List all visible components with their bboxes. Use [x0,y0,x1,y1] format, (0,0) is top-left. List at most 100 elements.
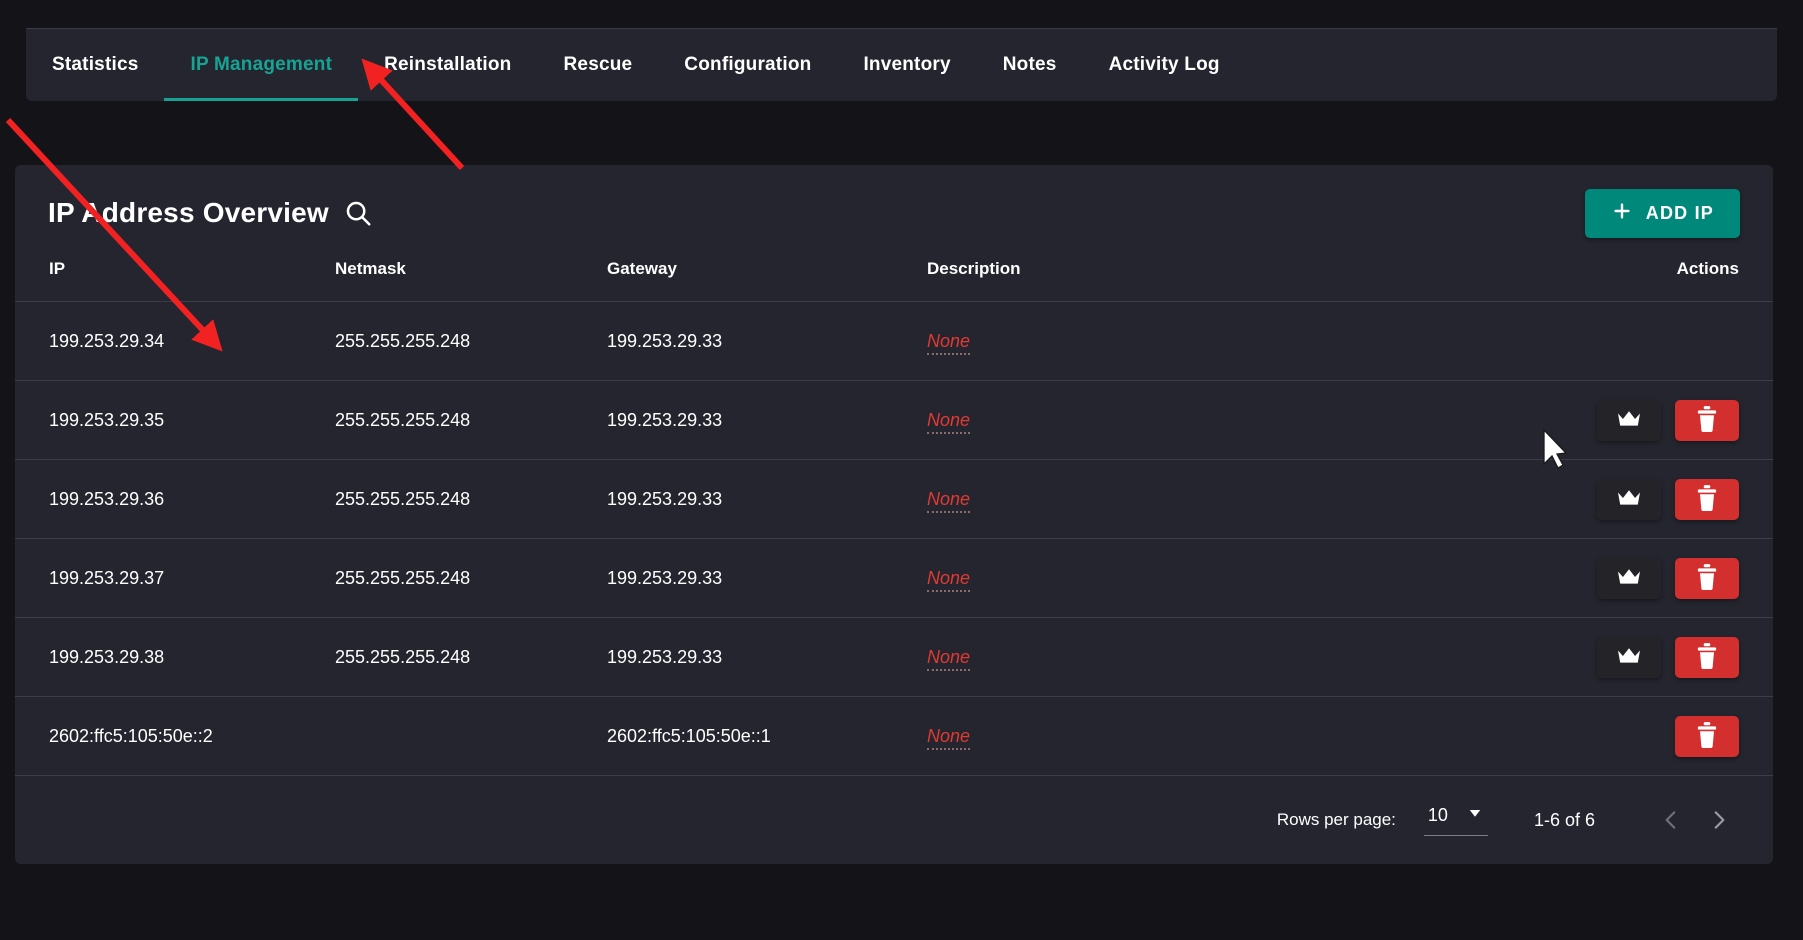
title-group: IP Address Overview [48,197,373,229]
add-ip-button[interactable]: ADD IP [1584,188,1740,238]
tab-inventory[interactable]: Inventory [837,29,976,101]
row-actions [1597,399,1739,441]
crown-icon [1615,487,1643,512]
cell-description: None [927,459,1427,539]
table-row: 199.253.29.37 255.255.255.248 199.253.29.3… [15,538,1773,618]
cell-netmask [335,696,607,776]
column-header-netmask: Netmask [335,245,607,302]
trash-icon [1694,484,1720,515]
row-actions [1597,478,1739,520]
cell-gateway: 199.253.29.33 [607,380,927,460]
cell-description: None [927,301,1427,381]
cell-gateway: 199.253.29.33 [607,617,927,697]
description-value[interactable]: None [927,567,971,592]
description-value[interactable]: None [927,488,971,513]
add-ip-label: ADD IP [1645,202,1714,223]
trash-icon [1694,405,1720,436]
description-value[interactable]: None [927,409,971,434]
tab-activity-log[interactable]: Activity Log [1083,29,1246,101]
previous-page-button[interactable] [1647,796,1695,844]
row-actions [1597,557,1739,599]
cell-description: None [927,617,1427,697]
rows-per-page-select[interactable]: 10 [1423,804,1488,836]
column-header-ip: IP [15,245,335,302]
cell-ip: 199.253.29.38 [15,617,335,697]
search-icon[interactable] [343,198,373,228]
table-row: 199.253.29.34 255.255.255.248 199.253.29.3… [15,301,1773,381]
table-row: 199.253.29.36 255.255.255.248 199.253.29.3… [15,459,1773,539]
cell-actions [1427,380,1773,460]
plus-icon [1611,200,1633,227]
cell-netmask: 255.255.255.248 [335,538,607,618]
column-header-description: Description [927,245,1427,302]
cell-ip: 199.253.29.37 [15,538,335,618]
rows-per-page-label: Rows per page: [1276,810,1396,829]
delete-ip-button[interactable] [1675,636,1739,678]
crown-icon [1615,408,1643,433]
pagination-range: 1-6 of 6 [1533,809,1595,830]
cell-description: None [927,696,1427,776]
cell-description: None [927,380,1427,460]
cell-ip: 199.253.29.36 [15,459,335,539]
set-primary-button[interactable] [1597,399,1661,441]
cell-ip: 2602:ffc5:105:50e::2 [15,696,335,776]
rows-per-page-value: 10 [1427,805,1448,825]
row-actions [1675,715,1739,757]
tab-ip-management[interactable]: IP Management [164,29,358,101]
cell-actions [1427,696,1773,776]
crown-icon [1615,645,1643,670]
next-page-button[interactable] [1695,796,1743,844]
table-row: 199.253.29.38 255.255.255.248 199.253.29.3… [15,617,1773,697]
table-header-row: IP Netmask Gateway Description Actions [15,245,1773,302]
tab-bar: Statistics IP Management Reinstallation Res… [26,29,1777,101]
tab-reinstallation[interactable]: Reinstallation [358,29,537,101]
cell-actions [1427,617,1773,697]
column-header-actions: Actions [1427,245,1773,302]
delete-ip-button[interactable] [1675,557,1739,599]
column-header-gateway: Gateway [607,245,927,302]
cell-gateway: 199.253.29.33 [607,459,927,539]
set-primary-button[interactable] [1597,636,1661,678]
description-value[interactable]: None [927,330,971,355]
cell-description: None [927,538,1427,618]
card-header: IP Address Overview ADD IP [15,165,1773,245]
cell-ip: 199.253.29.34 [15,301,335,381]
ip-address-overview-card: IP Address Overview ADD IP IP Netmask Ga… [15,165,1773,864]
description-value[interactable]: None [927,725,971,750]
page-title: IP Address Overview [48,197,329,228]
cell-gateway: 2602:ffc5:105:50e::1 [607,696,927,776]
table-row: 199.253.29.35 255.255.255.248 199.253.29.3… [15,380,1773,460]
cell-netmask: 255.255.255.248 [335,617,607,697]
tab-notes[interactable]: Notes [977,29,1083,101]
trash-icon [1694,721,1720,752]
cell-actions [1427,459,1773,539]
table-body: 199.253.29.34 255.255.255.248 199.253.29.3… [15,301,1773,776]
cell-ip: 199.253.29.35 [15,380,335,460]
set-primary-button[interactable] [1597,478,1661,520]
trash-icon [1694,563,1720,594]
tab-configuration[interactable]: Configuration [658,29,837,101]
table-head: IP Netmask Gateway Description Actions [15,245,1773,302]
trash-icon [1694,642,1720,673]
delete-ip-button[interactable] [1675,478,1739,520]
ip-table: IP Netmask Gateway Description Actions 1… [15,245,1773,776]
cell-gateway: 199.253.29.33 [607,538,927,618]
tab-rescue[interactable]: Rescue [538,29,659,101]
cell-netmask: 255.255.255.248 [335,301,607,381]
cell-netmask: 255.255.255.248 [335,380,607,460]
tab-statistics[interactable]: Statistics [26,29,164,101]
cell-actions [1427,538,1773,618]
row-actions [1597,636,1739,678]
description-value[interactable]: None [927,646,971,671]
crown-icon [1615,566,1643,591]
page-root: Statistics IP Management Reinstallation Res… [0,0,1803,940]
chevron-down-icon [1466,804,1484,827]
cell-actions [1427,301,1773,381]
table-row: 2602:ffc5:105:50e::2 2602:ffc5:105:50e::1… [15,696,1773,776]
cell-netmask: 255.255.255.248 [335,459,607,539]
cell-gateway: 199.253.29.33 [607,301,927,381]
set-primary-button[interactable] [1597,557,1661,599]
pagination-bar: Rows per page: 10 1-6 of 6 [15,776,1773,864]
delete-ip-button[interactable] [1675,715,1739,757]
delete-ip-button[interactable] [1675,399,1739,441]
